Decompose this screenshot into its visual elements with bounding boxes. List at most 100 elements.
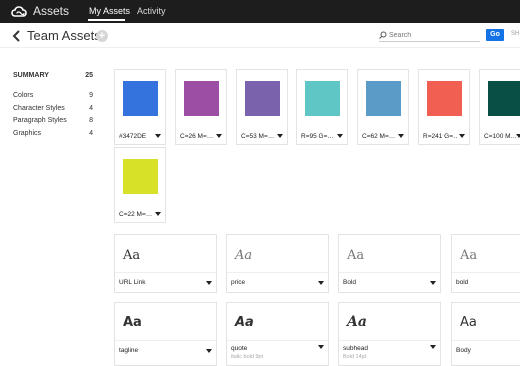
chevron-down-icon[interactable] (398, 134, 404, 138)
back-chevron-icon[interactable] (11, 29, 23, 43)
add-button[interactable]: + (96, 30, 108, 42)
divider (115, 272, 216, 273)
summary-sidebar: SUMMARY 25 Colors 9 Character Styles 4 P… (13, 72, 93, 142)
color-card[interactable]: R=241 G=… (418, 69, 470, 145)
tab-my-assets[interactable]: My Assets (89, 6, 130, 16)
color-swatch (427, 81, 462, 116)
type-sample: Aa (123, 315, 142, 330)
search-input[interactable] (389, 29, 479, 41)
sidebar-item-graphics[interactable]: Graphics 4 (13, 130, 93, 143)
search-icon (379, 31, 387, 39)
color-swatch (488, 81, 520, 116)
color-card[interactable]: C=100 M… (479, 69, 520, 145)
chevron-down-icon[interactable] (155, 212, 161, 216)
color-card[interactable]: C=26 M=… (175, 69, 227, 145)
chevron-down-icon[interactable] (206, 281, 212, 285)
paragraph-style-card[interactable]: Aa tagline (114, 302, 217, 366)
sidebar-item-label: Paragraph Styles (13, 117, 67, 124)
divider (227, 340, 328, 341)
type-sample: Aa (347, 248, 365, 263)
color-label: R=241 G=… (423, 133, 458, 140)
color-swatch (123, 159, 158, 194)
divider (227, 272, 328, 273)
divider (115, 340, 216, 341)
color-label: #3472DE (119, 133, 147, 140)
chevron-down-icon[interactable] (206, 349, 212, 353)
type-sample: Aa (123, 248, 141, 263)
style-label: subhead (343, 345, 368, 352)
sidebar-item-colors[interactable]: Colors 9 (13, 92, 93, 105)
style-label: price (231, 279, 246, 286)
style-label: Bold (343, 279, 357, 286)
color-card[interactable]: R=95 G=… (296, 69, 348, 145)
active-tab-indicator (88, 19, 125, 21)
color-label: R=95 G=… (301, 133, 334, 140)
search-box (379, 29, 480, 42)
sidebar-item-label: Character Styles (13, 104, 65, 112)
sidebar-item-character-styles[interactable]: Character Styles 4 (13, 105, 93, 118)
divider (339, 272, 440, 273)
type-sample: Aa (460, 248, 478, 263)
chevron-down-icon[interactable] (155, 134, 161, 138)
divider (452, 272, 520, 273)
style-meta: Bold 14pt (343, 354, 367, 360)
color-swatch (366, 81, 401, 116)
app-title: Assets (33, 4, 70, 18)
type-sample: Aa (235, 315, 254, 330)
divider (452, 340, 520, 341)
sidebar-item-count: 4 (89, 104, 93, 112)
character-style-card[interactable]: Aa URL Link (114, 234, 217, 293)
character-style-card[interactable]: Aa price (226, 234, 329, 293)
tab-activity[interactable]: Activity (137, 6, 166, 16)
color-swatch (305, 81, 340, 116)
sidebar-item-count: 4 (89, 129, 93, 137)
color-card[interactable]: C=62 M=… (357, 69, 409, 145)
sidebar-item-count: 8 (89, 117, 93, 124)
style-label: tagline (119, 347, 139, 354)
chevron-down-icon[interactable] (516, 134, 520, 138)
style-label: URL Link (119, 279, 146, 286)
type-sample: Aa (235, 248, 253, 263)
creative-cloud-icon[interactable] (10, 4, 28, 18)
sidebar-summary-count: 25 (85, 72, 93, 79)
color-swatch (123, 81, 158, 116)
sidebar-summary-label: SUMMARY (13, 72, 49, 79)
sidebar-item-label: Colors (13, 92, 34, 99)
style-label: quote (231, 345, 248, 352)
chevron-down-icon[interactable] (318, 345, 324, 349)
sidebar-item-label: Graphics (13, 129, 42, 137)
header-divider (0, 47, 520, 48)
sidebar-item-count: 9 (89, 92, 93, 99)
chevron-down-icon[interactable] (459, 134, 465, 138)
color-swatch (245, 81, 280, 116)
chevron-down-icon[interactable] (430, 281, 436, 285)
divider (339, 340, 440, 341)
type-sample: Aa (460, 315, 477, 330)
page-title: Team Assets (27, 28, 101, 43)
truncated-header-text: SH (511, 31, 520, 37)
paragraph-style-card[interactable]: Aa subhead Bold 14pt (338, 302, 441, 366)
color-swatch (184, 81, 219, 116)
top-bar: Assets My Assets Activity (0, 0, 520, 23)
color-card[interactable]: #3472DE (114, 69, 166, 145)
color-label: C=22 M=… (119, 211, 153, 218)
sidebar-item-paragraph-styles[interactable]: Paragraph Styles 8 (13, 117, 93, 130)
chevron-down-icon[interactable] (277, 134, 283, 138)
chevron-down-icon[interactable] (337, 134, 343, 138)
chevron-down-icon[interactable] (430, 345, 436, 349)
chevron-down-icon[interactable] (216, 134, 222, 138)
style-label: bold (456, 279, 469, 286)
color-card[interactable]: C=22 M=… (114, 147, 166, 223)
go-button[interactable]: Go (486, 29, 504, 41)
chevron-down-icon[interactable] (318, 281, 324, 285)
type-sample: Aa (347, 314, 367, 330)
color-label: C=53 M=… (241, 133, 275, 140)
style-meta: italic bold 9pt (231, 354, 264, 360)
character-style-card[interactable]: Aa Bold (338, 234, 441, 293)
paragraph-style-card[interactable]: Aa Body (451, 302, 520, 366)
color-card[interactable]: C=53 M=… (236, 69, 288, 145)
character-style-card[interactable]: Aa bold (451, 234, 520, 293)
paragraph-style-card[interactable]: Aa quote italic bold 9pt (226, 302, 329, 366)
sidebar-summary[interactable]: SUMMARY 25 (13, 72, 93, 92)
color-label: C=62 M=… (362, 133, 396, 140)
